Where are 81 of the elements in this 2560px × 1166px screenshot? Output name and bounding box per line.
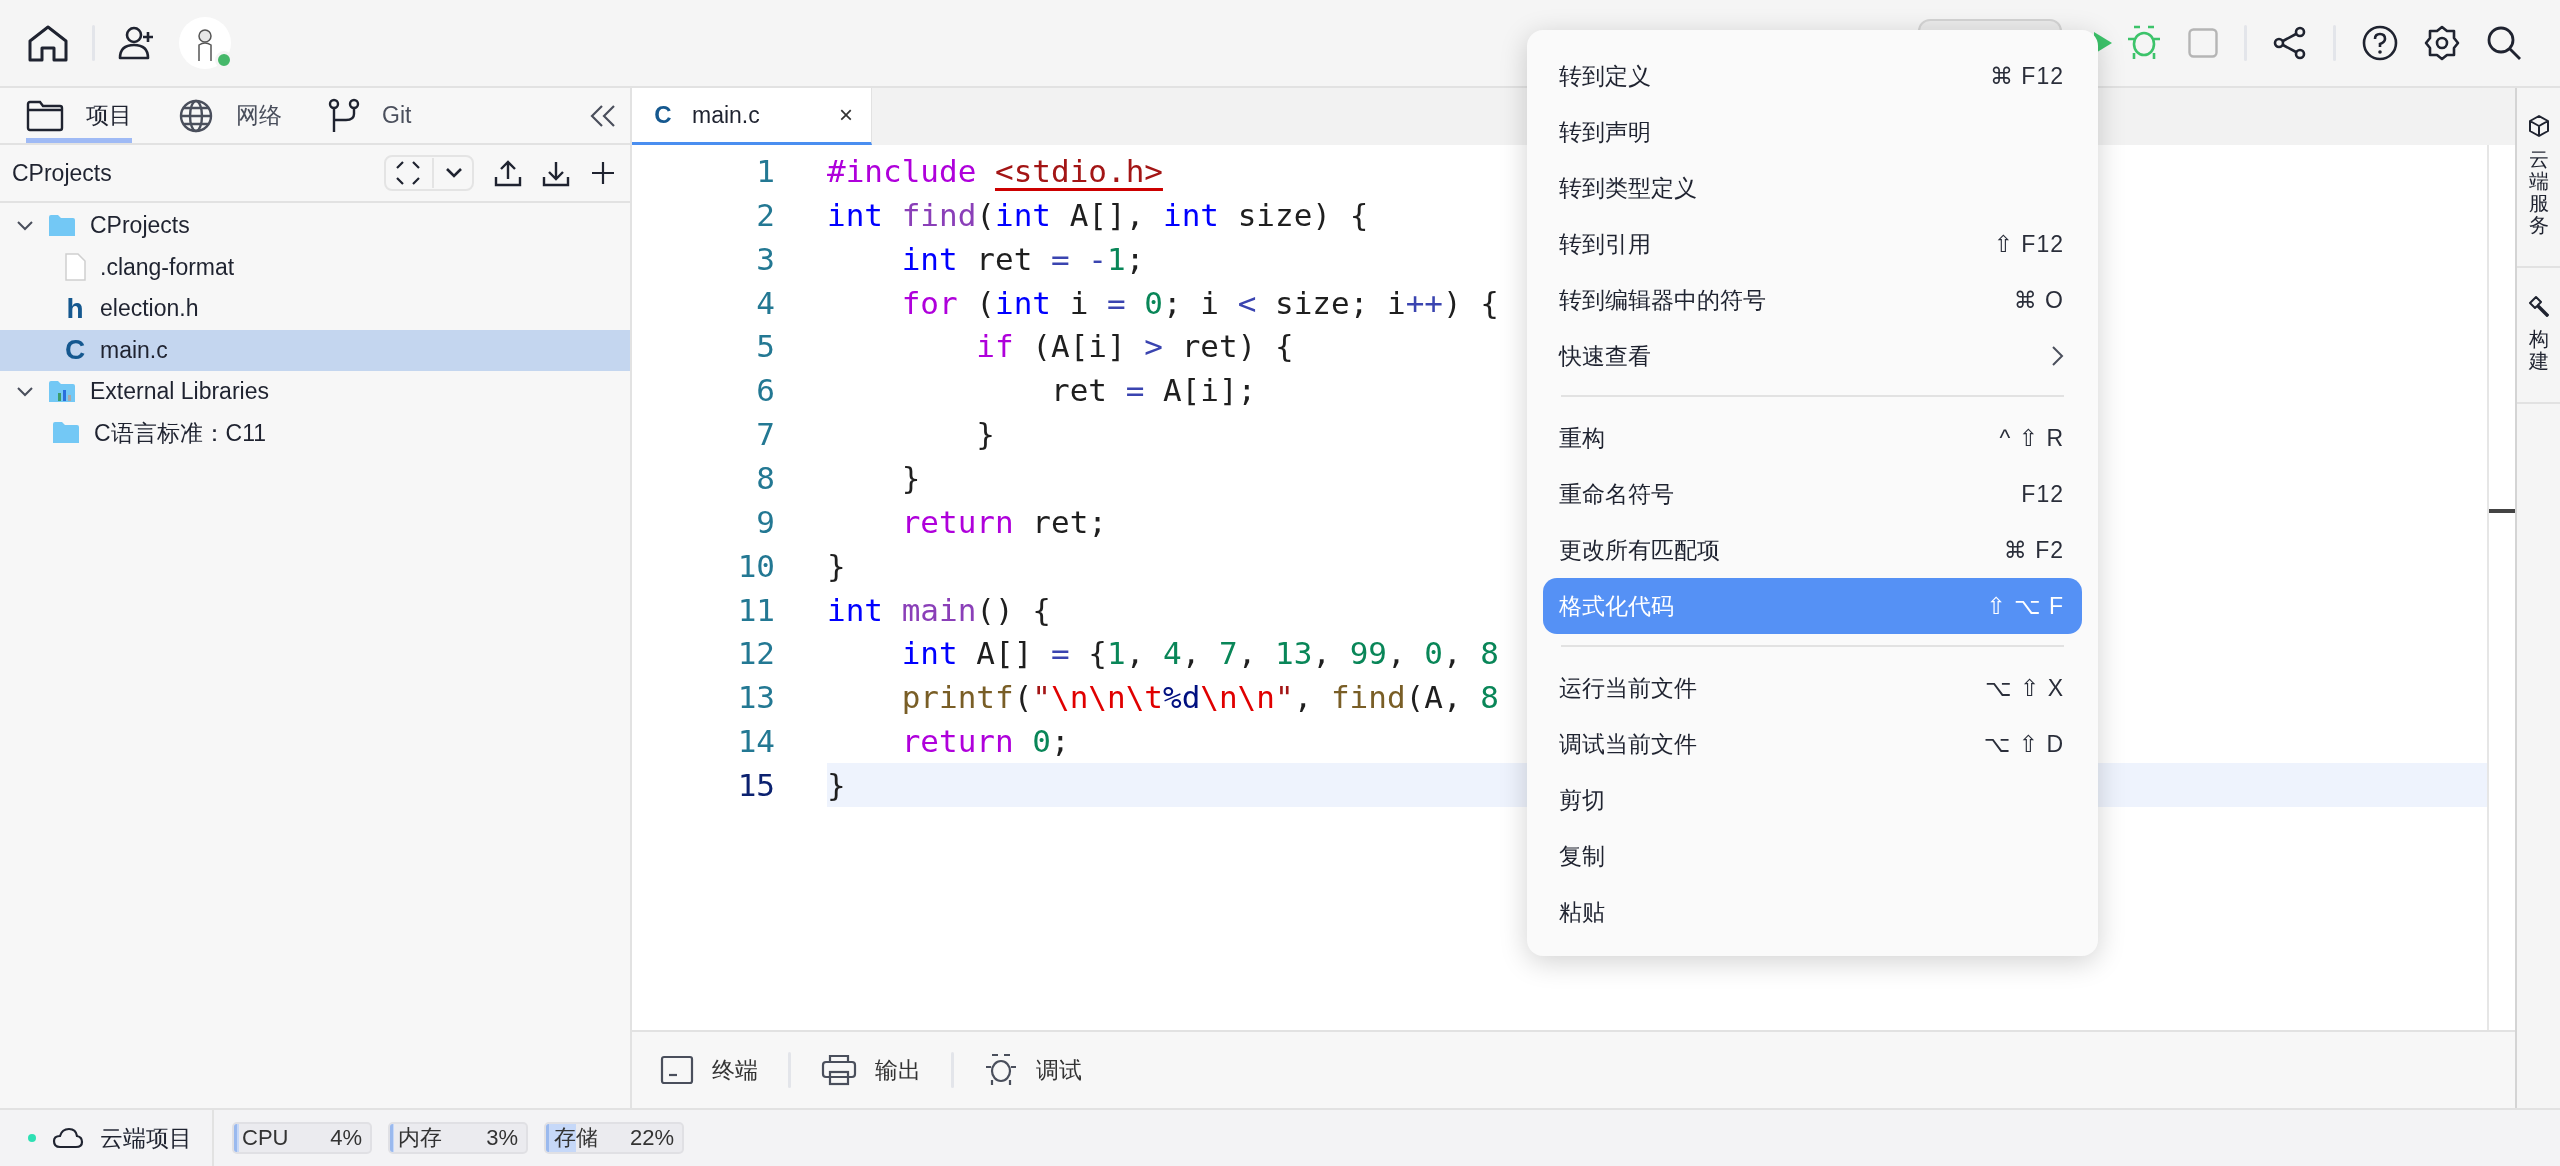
line-number: 12 bbox=[736, 635, 775, 672]
line-number: 4 bbox=[755, 284, 775, 321]
meter-reading: 3% bbox=[486, 1125, 518, 1151]
code-line: int A[] = {1, 4, 7, 13, 99, 0, 8 bbox=[900, 635, 1499, 672]
meter-label: CPU bbox=[242, 1125, 289, 1151]
menu-item[interactable]: 复制 bbox=[1543, 828, 2082, 884]
code-line: return ret; bbox=[900, 503, 1107, 540]
menu-item[interactable]: 调试当前文件 ⌥ ⇧ D bbox=[1543, 716, 2082, 772]
menu-item[interactable]: 快速查看 bbox=[1543, 328, 2082, 384]
file-type-icon: h bbox=[64, 292, 86, 325]
shortcut-label: ⌥ ⇧ D bbox=[1983, 730, 2064, 758]
line-number: 10 bbox=[736, 547, 775, 584]
menu-item[interactable]: 转到编辑器中的符号 ⌘ O bbox=[1543, 272, 2082, 328]
tree-item[interactable]: h election.h bbox=[0, 288, 630, 330]
shortcut-label: F12 bbox=[2021, 480, 2064, 508]
side-panel-tab[interactable]: 构建 bbox=[2517, 268, 2560, 404]
code-line: int find(int A[], int size) { bbox=[827, 196, 1369, 233]
menu-item[interactable]: 更改所有匹配项 ⌘ F2 bbox=[1543, 522, 2082, 578]
code-line: int main() { bbox=[827, 591, 1051, 628]
menu-item[interactable]: 重构 ^ ⇧ R bbox=[1543, 410, 2082, 466]
shortcut-label: ⌘ O bbox=[2013, 286, 2064, 314]
shortcut-label: ⌥ ⇧ X bbox=[1985, 674, 2064, 702]
tab-label: main.c bbox=[692, 101, 760, 129]
meter-label: 存储 bbox=[554, 1124, 598, 1152]
code-line: #include <stdio.h> bbox=[827, 152, 1163, 189]
cloud-project-label[interactable]: 云端项目 bbox=[100, 1122, 192, 1154]
line-number: 15 bbox=[736, 766, 775, 803]
line-number: 9 bbox=[755, 503, 775, 540]
menu-item[interactable]: 转到类型定义 bbox=[1543, 160, 2082, 216]
menu-item[interactable]: 运行当前文件 ⌥ ⇧ X bbox=[1543, 660, 2082, 716]
project-title: CProjects bbox=[12, 159, 112, 187]
line-number: 3 bbox=[755, 240, 775, 277]
code-line: ret = A[i]; bbox=[1049, 372, 1257, 409]
shortcut-label: ⇧ F12 bbox=[1993, 230, 2064, 258]
close-button[interactable]: × bbox=[839, 101, 853, 129]
sidebar-tab[interactable]: Git bbox=[328, 88, 412, 143]
code-line: printf("\n\n\t%d\n\n", find(A, 8 bbox=[900, 679, 1499, 716]
code-line: } bbox=[827, 766, 846, 803]
meter-reading: 22% bbox=[629, 1125, 674, 1151]
line-number: 13 bbox=[736, 679, 775, 716]
shortcut-label: ^ ⇧ R bbox=[1999, 424, 2064, 452]
line-number: 8 bbox=[755, 459, 775, 496]
menu-item[interactable]: 转到声明 bbox=[1543, 104, 2082, 160]
tree-item[interactable]: C main.c bbox=[0, 329, 630, 371]
file-type-icon: C bbox=[64, 334, 86, 367]
code-line: int ret = -1; bbox=[900, 240, 1145, 277]
panel-tab[interactable]: 调试 bbox=[984, 1053, 1082, 1087]
editor-tab[interactable]: C main.c × bbox=[632, 88, 872, 145]
shortcut-label: ⌘ F2 bbox=[2003, 536, 2064, 564]
panel-tab[interactable]: 输出 bbox=[821, 1054, 921, 1086]
menu-item[interactable]: 剪切 bbox=[1543, 772, 2082, 828]
line-number: 14 bbox=[736, 723, 775, 760]
code-line: if (A[i] > ret) { bbox=[975, 328, 1294, 365]
tree-item[interactable]: CProjects bbox=[0, 205, 630, 247]
line-number: 2 bbox=[755, 196, 775, 233]
line-number: 5 bbox=[755, 328, 775, 365]
shortcut-label: ⌘ F12 bbox=[1989, 62, 2064, 90]
panel-tab[interactable]: 终端 bbox=[660, 1054, 758, 1086]
sidebar-tab[interactable]: 项目 bbox=[26, 88, 132, 143]
menu-item[interactable]: 转到定义 ⌘ F12 bbox=[1543, 48, 2082, 104]
code-line: } bbox=[827, 547, 846, 584]
line-number: 6 bbox=[755, 372, 775, 409]
code-line: for (int i = 0; i < size; i++) { bbox=[900, 284, 1499, 321]
sidebar-tab[interactable]: 网络 bbox=[178, 88, 282, 143]
line-number: 7 bbox=[755, 416, 775, 453]
code-line: } bbox=[975, 416, 995, 453]
code-line: return 0; bbox=[900, 723, 1070, 760]
meter-reading: 4% bbox=[330, 1125, 362, 1151]
code-line: } bbox=[900, 459, 921, 496]
line-number: 1 bbox=[755, 152, 775, 189]
line-number: 11 bbox=[736, 591, 775, 628]
meter-label: 内存 bbox=[398, 1124, 442, 1152]
file-type-icon: C bbox=[652, 101, 674, 129]
menu-item[interactable]: 重命名符号 F12 bbox=[1543, 466, 2082, 522]
tree-item[interactable]: C语言标准：C11 bbox=[0, 412, 630, 454]
menu-item[interactable]: 粘贴 bbox=[1543, 884, 2082, 940]
shortcut-label: ⇧ ⌥ F bbox=[1986, 592, 2064, 620]
side-panel-tab[interactable]: 云端服务 bbox=[2517, 88, 2560, 268]
tree-item[interactable]: External Libraries bbox=[0, 371, 630, 413]
tree-item[interactable]: .clang-format bbox=[0, 246, 630, 288]
menu-item[interactable]: 转到引用 ⇧ F12 bbox=[1543, 216, 2082, 272]
